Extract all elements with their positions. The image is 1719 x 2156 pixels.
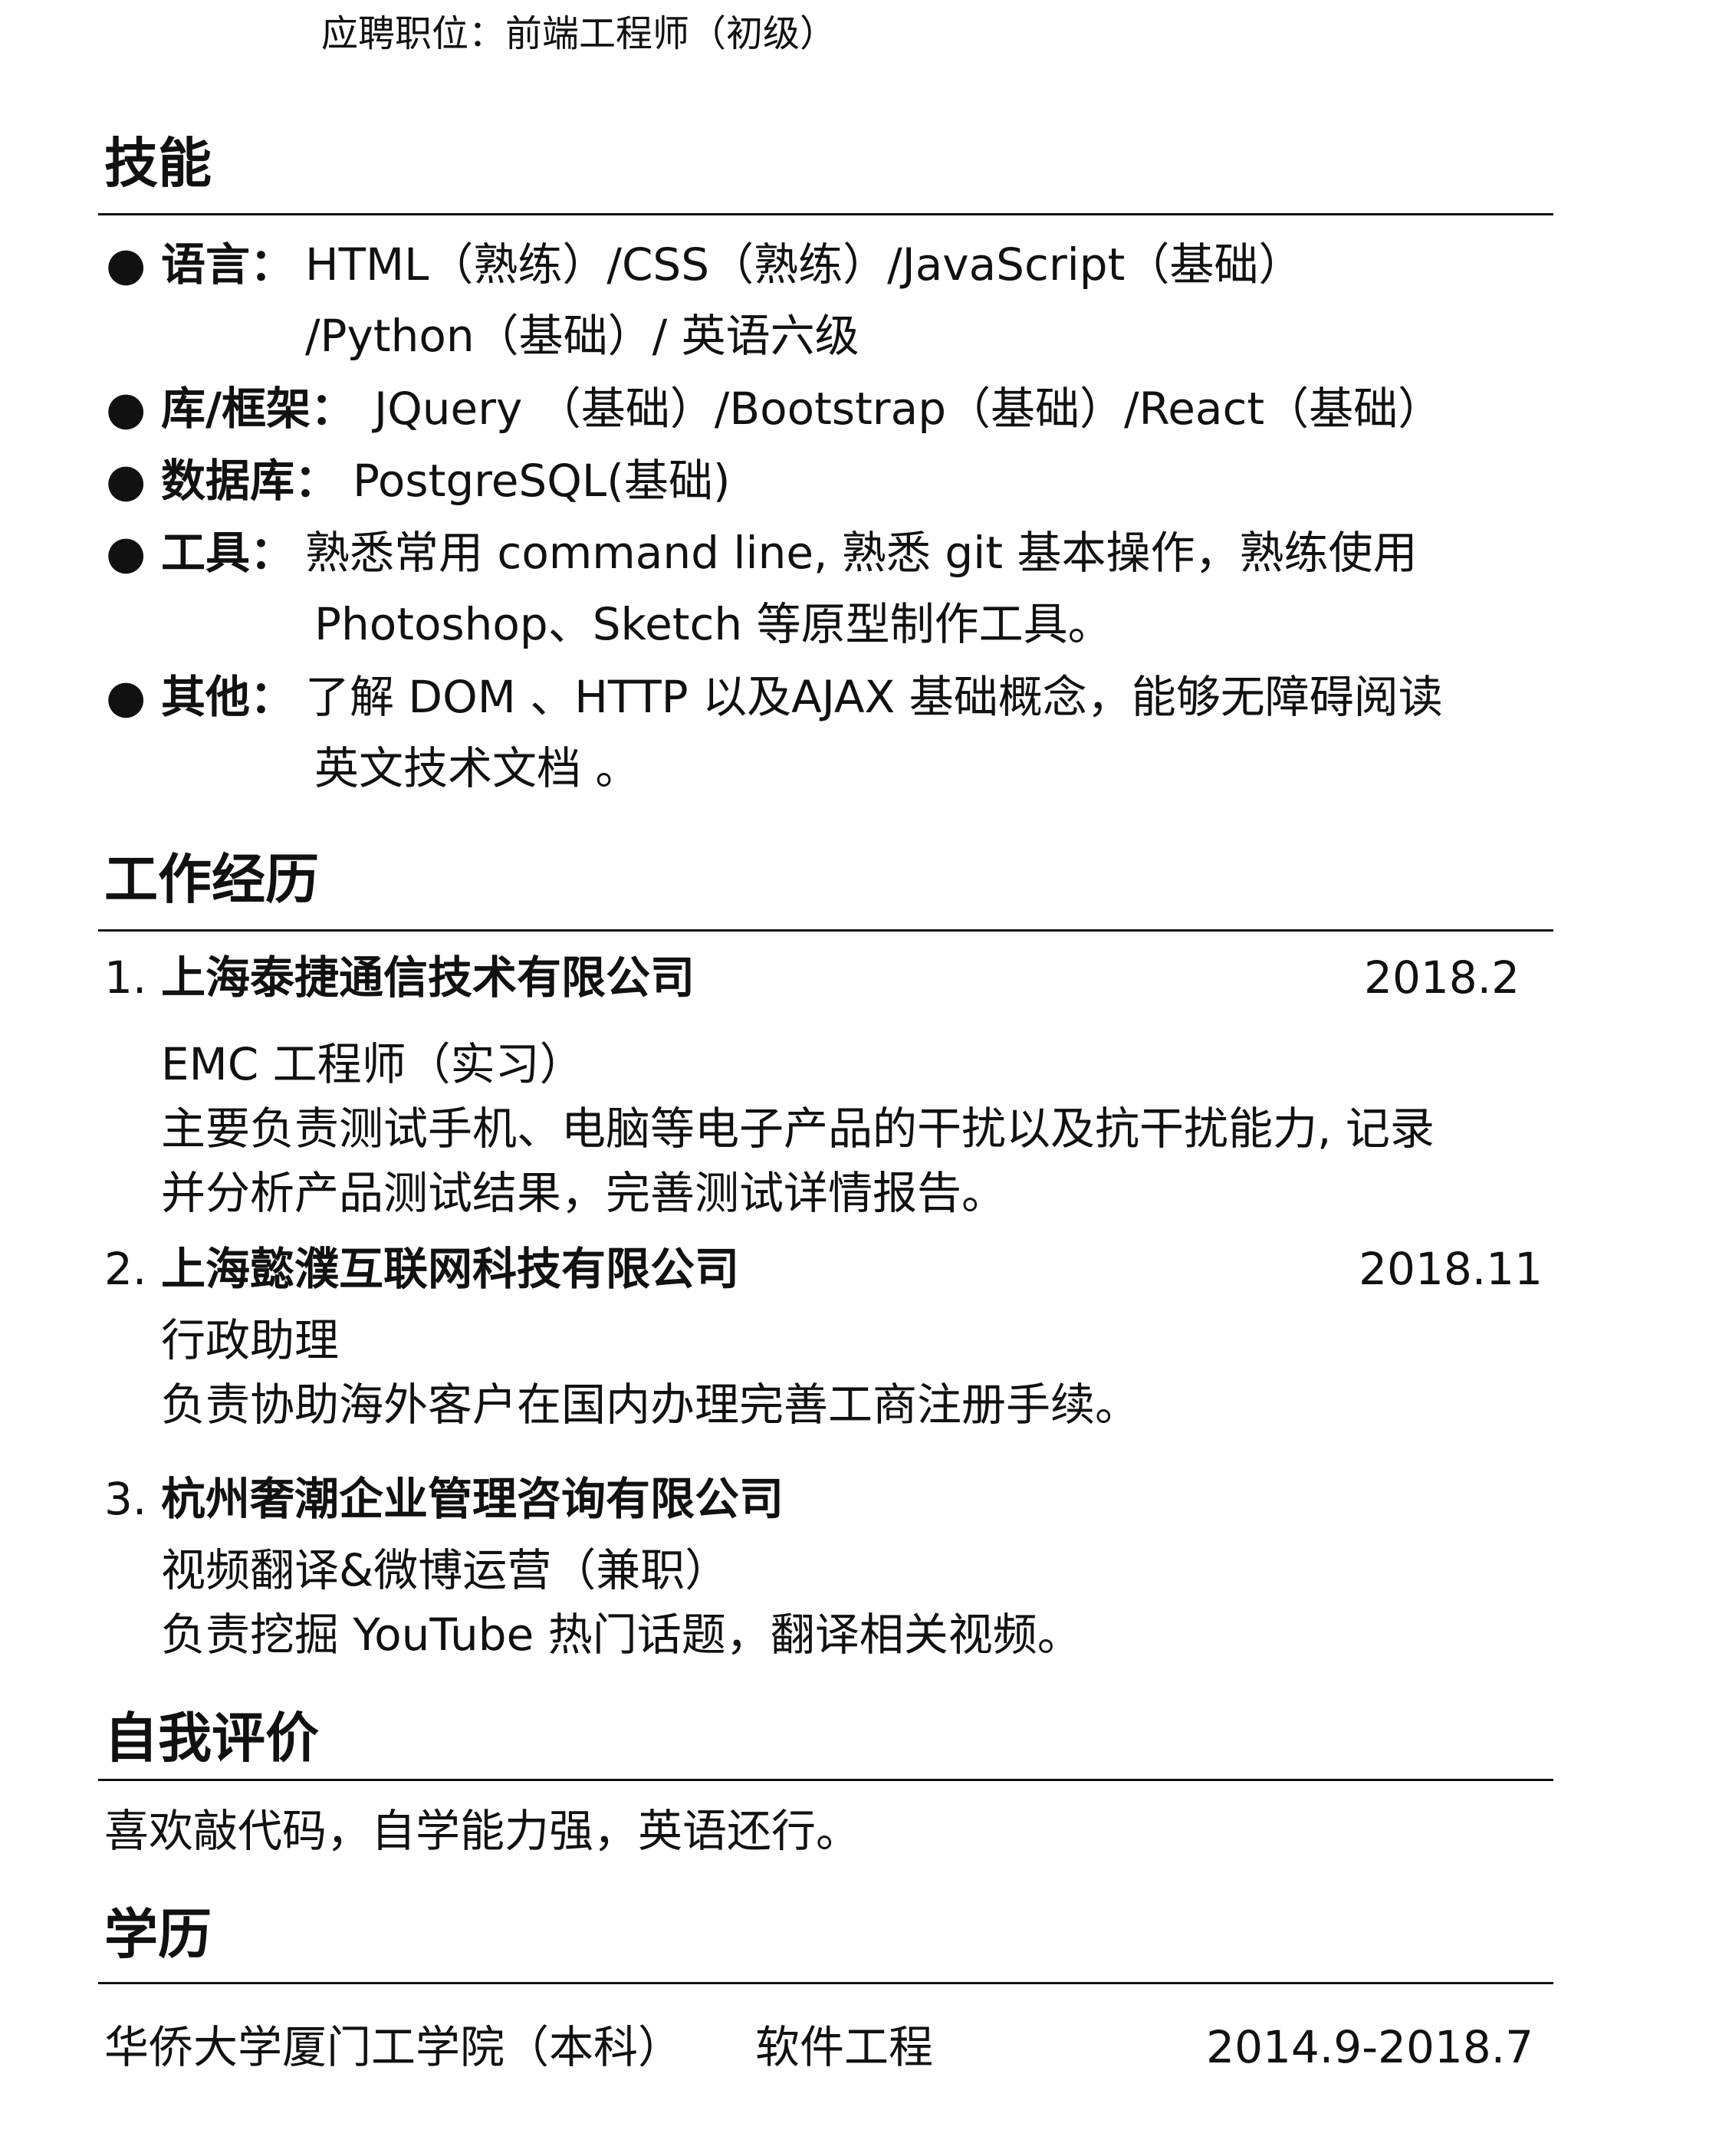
job-date: 2018.2 — [1364, 951, 1520, 1004]
divider — [98, 1779, 1553, 1781]
bullet-icon: ● — [106, 670, 146, 724]
divider — [98, 213, 1553, 215]
skill-label-tools: 工具： — [161, 527, 295, 579]
skill-value-line: JQuery （基础）/Bootstrap（基础）/React（基础） — [374, 383, 1443, 435]
divider — [98, 929, 1553, 932]
skill-value-line: /Python（基础）/ 英语六级 — [305, 310, 860, 362]
skill-label-database: 数据库： — [161, 455, 340, 507]
job-company: 杭州奢潮企业管理咨询有限公司 — [161, 1473, 784, 1525]
job-description-line: 并分析产品测试结果，完善测试详情报告。 — [161, 1167, 1007, 1219]
skill-value-line: PostgreSQL(基础) — [353, 455, 731, 507]
education-period: 2014.9-2018.7 — [1206, 2021, 1533, 2073]
bullet-icon: ● — [106, 526, 146, 580]
job-number: 1. — [104, 951, 147, 1004]
skill-value-line: 英文技术文档 。 — [314, 742, 640, 794]
skill-value-line: 熟悉常用 command line, 熟悉 git 基本操作，熟练使用 — [305, 527, 1418, 579]
job-role: 行政助理 — [161, 1314, 340, 1366]
skill-value-line: HTML（熟练）/CSS（熟练）/JavaScript（基础） — [305, 238, 1303, 291]
skill-label-other: 其他： — [161, 671, 295, 723]
skill-label-frameworks: 库/框架： — [161, 383, 356, 435]
skill-value-line: 了解 DOM 、HTTP 以及AJAX 基础概念，能够无障碍阅读 — [305, 671, 1443, 723]
education-school: 华侨大学厦门工学院（本科） — [104, 2021, 683, 2073]
section-heading-skills: 技能 — [104, 132, 212, 195]
bullet-icon: ● — [106, 238, 146, 291]
job-date: 2018.11 — [1359, 1243, 1543, 1295]
job-role: EMC 工程师（实习） — [161, 1038, 584, 1090]
section-heading-education: 学历 — [104, 1903, 212, 1966]
skill-value-line: Photoshop、Sketch 等原型制作工具。 — [314, 598, 1113, 650]
job-description-line: 主要负责测试手机、电脑等电子产品的干扰以及抗干扰能力, 记录 — [161, 1103, 1435, 1155]
bullet-icon: ● — [106, 454, 146, 508]
job-company: 上海泰捷通信技术有限公司 — [161, 951, 695, 1004]
job-number: 3. — [104, 1473, 147, 1525]
position-applied: 应聘职位：前端工程师（初级） — [320, 12, 836, 55]
job-company: 上海懿濮互联网科技有限公司 — [161, 1243, 740, 1295]
job-description-line: 负责协助海外客户在国内办理完善工商注册手续。 — [161, 1379, 1140, 1431]
divider — [98, 1982, 1553, 1984]
self-eval-text: 喜欢敲代码，自学能力强，英语还行。 — [104, 1805, 861, 1857]
section-heading-self-eval: 自我评价 — [104, 1707, 319, 1770]
job-number: 2. — [104, 1243, 147, 1295]
job-description-line: 负责挖掘 YouTube 热门话题，翻译相关视频。 — [161, 1609, 1082, 1661]
education-major: 软件工程 — [755, 2021, 934, 2073]
section-heading-work: 工作经历 — [104, 848, 319, 911]
job-role: 视频翻译&微博运营（兼职） — [161, 1544, 730, 1596]
skill-label-language: 语言： — [161, 238, 295, 291]
bullet-icon: ● — [106, 382, 146, 435]
